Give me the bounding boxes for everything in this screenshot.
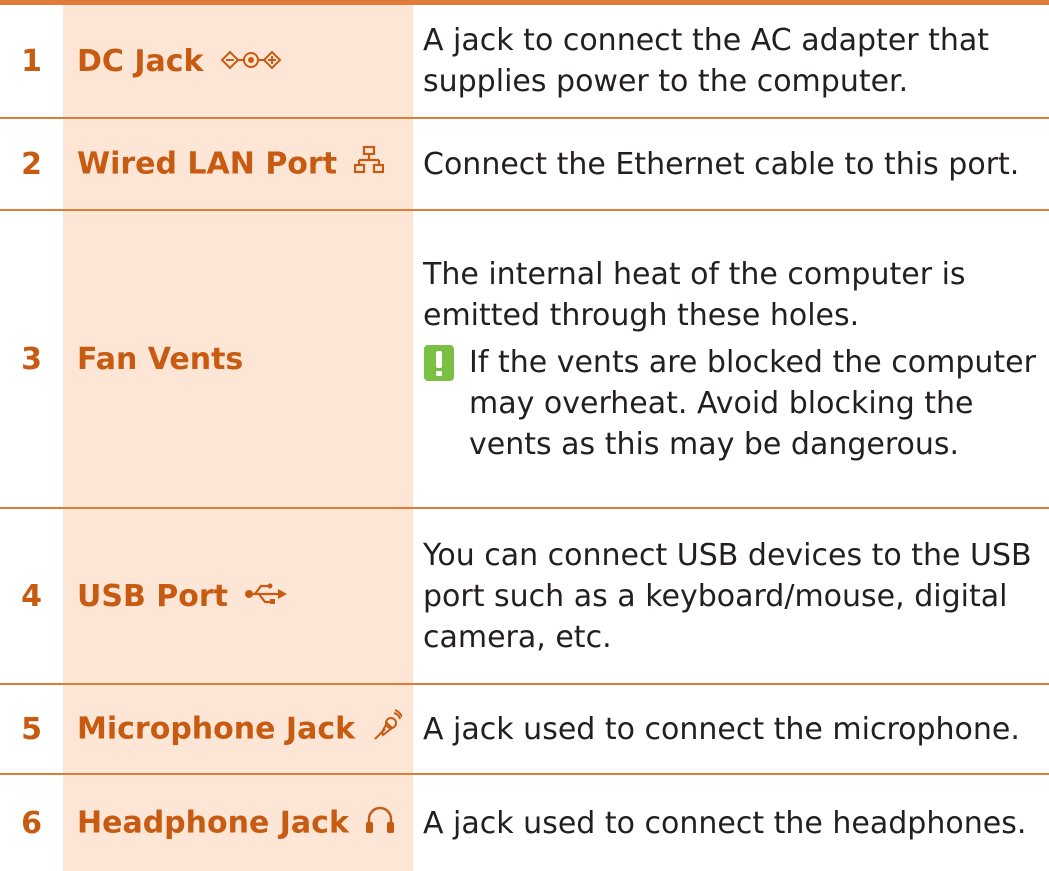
caution-icon	[423, 344, 455, 382]
table-row: 4 USB Port You can connect USB devices t…	[0, 508, 1049, 685]
row-number: 3	[0, 210, 63, 509]
port-name-cell: Fan Vents	[63, 210, 413, 509]
port-description: The internal heat of the computer is emi…	[423, 256, 966, 333]
port-description: You can connect USB devices to the USB p…	[413, 508, 1049, 685]
row-number: 4	[0, 508, 63, 685]
port-name: DC Jack	[77, 44, 204, 79]
caution-note: If the vents are blocked the computer ma…	[423, 342, 1049, 465]
port-name: USB Port	[77, 579, 229, 614]
row-number: 5	[0, 684, 63, 775]
port-name-cell: Headphone Jack	[63, 774, 413, 871]
port-name-cell: USB Port	[63, 508, 413, 685]
table-row: 5 Microphone Jack A jack used to connect…	[0, 684, 1049, 775]
port-description: A jack used to connect the headphones.	[423, 805, 1027, 841]
port-name: Fan Vents	[77, 342, 244, 377]
port-description: A jack to connect the AC adapter that su…	[413, 2, 1049, 119]
caution-note-text: If the vents are blocked the computer ma…	[469, 344, 1036, 462]
port-name: Wired LAN Port	[77, 146, 338, 182]
table-row: 1 DC Jack A jack to connect the AC adapt…	[0, 2, 1049, 119]
port-name-cell: Wired LAN Port	[63, 118, 413, 211]
port-description-table: 1 DC Jack A jack to connect the AC adapt…	[0, 0, 1049, 871]
dc-jack-icon	[220, 44, 282, 79]
microphone-icon	[372, 709, 403, 749]
headphone-icon	[365, 804, 395, 842]
table-row: 3 Fan Vents The internal heat of the com…	[0, 210, 1049, 509]
port-name-cell: Microphone Jack	[63, 684, 413, 775]
port-description: Connect the Ethernet cable to this port.	[413, 118, 1049, 211]
port-description-cell: The internal heat of the computer is emi…	[413, 210, 1049, 509]
row-number: 6	[21, 805, 42, 841]
table-row: 6 Headphone Jack A jack used to connect …	[0, 774, 1049, 871]
lan-port-icon	[353, 145, 384, 183]
port-name: Microphone Jack	[77, 711, 356, 747]
row-number: 2	[0, 118, 63, 211]
port-name: Headphone Jack	[77, 805, 349, 841]
usb-icon	[244, 579, 288, 614]
row-number: 1	[0, 2, 63, 119]
port-name-cell: DC Jack	[63, 2, 413, 119]
table-row: 2 Wired LAN Port Connect the Ethernet ca…	[0, 118, 1049, 211]
port-description: A jack used to connect the microphone.	[413, 684, 1049, 775]
